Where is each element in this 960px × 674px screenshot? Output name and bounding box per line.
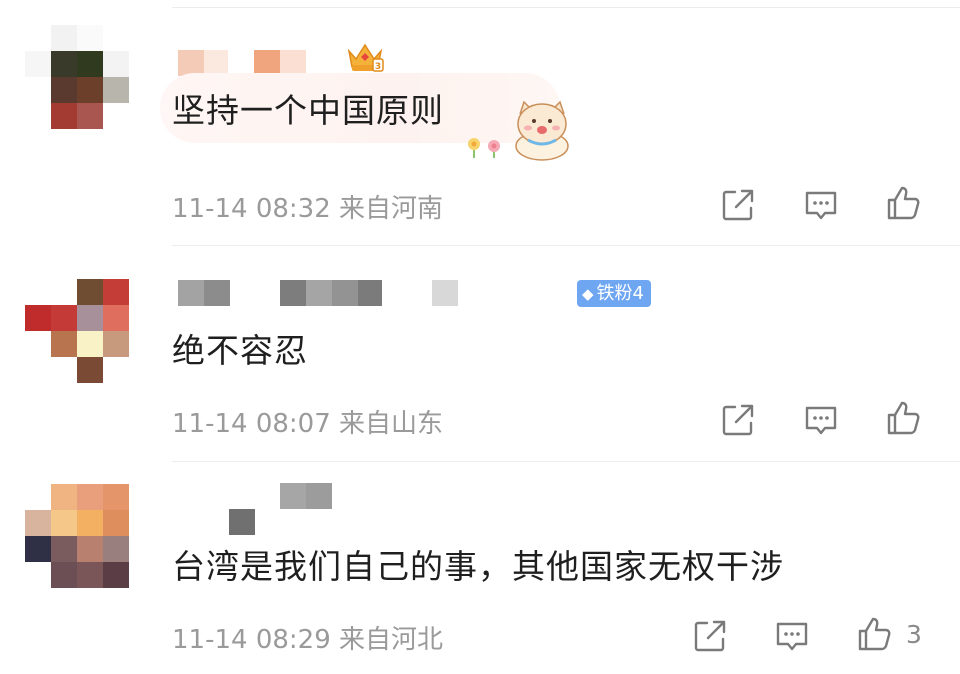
comment-meta: 11-14 08:29 来自河北 [172,625,444,655]
username-blurred [204,280,230,306]
comment-text: 坚持一个中国原则 [172,91,444,130]
username-blurred [229,509,255,535]
share-icon [722,189,754,221]
fan-badge-label: 铁粉4 [596,283,644,304]
cat-sticker-icon [462,96,574,162]
username-blurred [306,483,332,509]
like-button[interactable] [883,398,923,438]
thumbs-up-icon [887,401,920,435]
comment-meta: 11-14 08:32 来自河南 [172,194,444,224]
thumbs-up-icon [887,186,920,220]
thumbs-up-icon [858,617,891,651]
avatar[interactable] [25,25,129,129]
share-icon [694,620,726,652]
username-blurred[interactable] [280,483,306,509]
username-blurred [306,280,332,306]
username-blurred [358,280,382,306]
share-button[interactable] [718,400,758,440]
reply-button[interactable] [772,616,812,656]
comment-item: ◆ 铁粉4 绝不容忍 11-14 08:07 来自山东 [0,245,960,461]
comment-text: 台湾是我们自己的事，其他国家无权干涉 [172,547,784,586]
username-blurred [280,280,306,306]
comment-text: 绝不容忍 [172,331,308,370]
share-button[interactable] [718,185,758,225]
comment-icon [805,406,837,435]
share-icon [722,404,754,436]
comment-item: 台湾是我们自己的事，其他国家无权干涉 11-14 08:29 来自河北 3 [0,461,960,674]
comment-icon [776,622,808,651]
username-blurred[interactable] [178,280,204,306]
comment-item: 3 坚持一个中国原则 11-14 08:32 来自河南 [0,0,960,245]
like-button[interactable] [883,183,923,223]
reply-button[interactable] [801,400,841,440]
username-blurred [332,280,358,306]
crown-badge-icon: 3 [346,39,384,73]
avatar[interactable] [25,279,129,383]
reply-button[interactable] [801,185,841,225]
comment-meta: 11-14 08:07 来自山东 [172,409,444,439]
like-button[interactable] [854,614,894,654]
comment-icon [805,191,837,220]
like-count: 3 [906,620,922,649]
username-blurred [432,280,458,306]
share-button[interactable] [690,616,730,656]
fan-badge[interactable]: ◆ 铁粉4 [577,280,651,307]
avatar[interactable] [25,484,129,588]
svg-text:3: 3 [375,62,381,72]
diamond-icon: ◆ [582,285,594,303]
